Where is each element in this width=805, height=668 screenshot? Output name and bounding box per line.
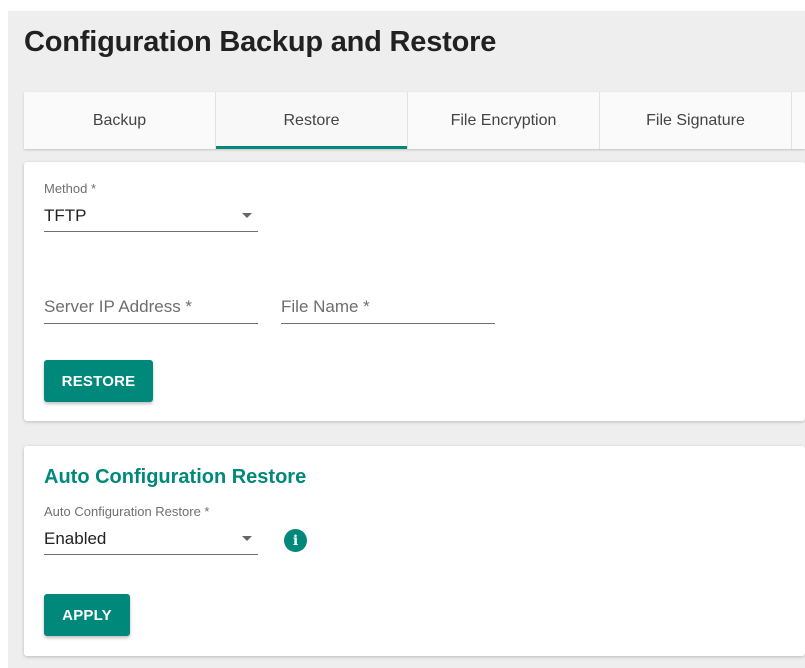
server-ip-placeholder: Server IP Address * — [44, 297, 193, 316]
tab-bar: Backup Restore File Encryption File Sign… — [24, 92, 805, 149]
tab-label: Restore — [283, 111, 340, 129]
file-name-placeholder: File Name * — [281, 297, 370, 316]
chevron-down-icon — [242, 536, 252, 541]
page-title: Configuration Backup and Restore — [24, 26, 497, 58]
tab-file-encryption[interactable]: File Encryption — [408, 92, 600, 149]
chevron-down-icon — [242, 213, 252, 218]
apply-button[interactable]: APPLY — [44, 594, 130, 636]
tab-restore[interactable]: Restore — [216, 92, 408, 149]
method-label: Method * — [44, 181, 97, 196]
auto-restore-label: Auto Configuration Restore * — [44, 504, 210, 519]
tab-label: File Encryption — [450, 111, 557, 129]
tab-backup[interactable]: Backup — [24, 92, 216, 149]
section-title: Auto Configuration Restore — [44, 466, 307, 488]
auto-restore-select[interactable]: Enabled — [44, 525, 258, 555]
info-icon[interactable]: i — [284, 529, 307, 552]
tab-label: File Signature — [646, 111, 745, 129]
auto-restore-card: Auto Configuration Restore Auto Configur… — [24, 446, 805, 656]
method-value: TFTP — [44, 206, 87, 225]
auto-restore-value: Enabled — [44, 529, 107, 548]
restore-button[interactable]: RESTORE — [44, 360, 153, 402]
tab-label: Backup — [92, 111, 147, 129]
server-ip-input[interactable]: Server IP Address * — [44, 294, 258, 324]
restore-card: Method * TFTP Server IP Address * File N… — [24, 162, 805, 421]
file-name-input[interactable]: File Name * — [281, 294, 495, 324]
method-select[interactable]: TFTP — [44, 202, 258, 232]
tab-file-signature[interactable]: File Signature — [600, 92, 792, 149]
